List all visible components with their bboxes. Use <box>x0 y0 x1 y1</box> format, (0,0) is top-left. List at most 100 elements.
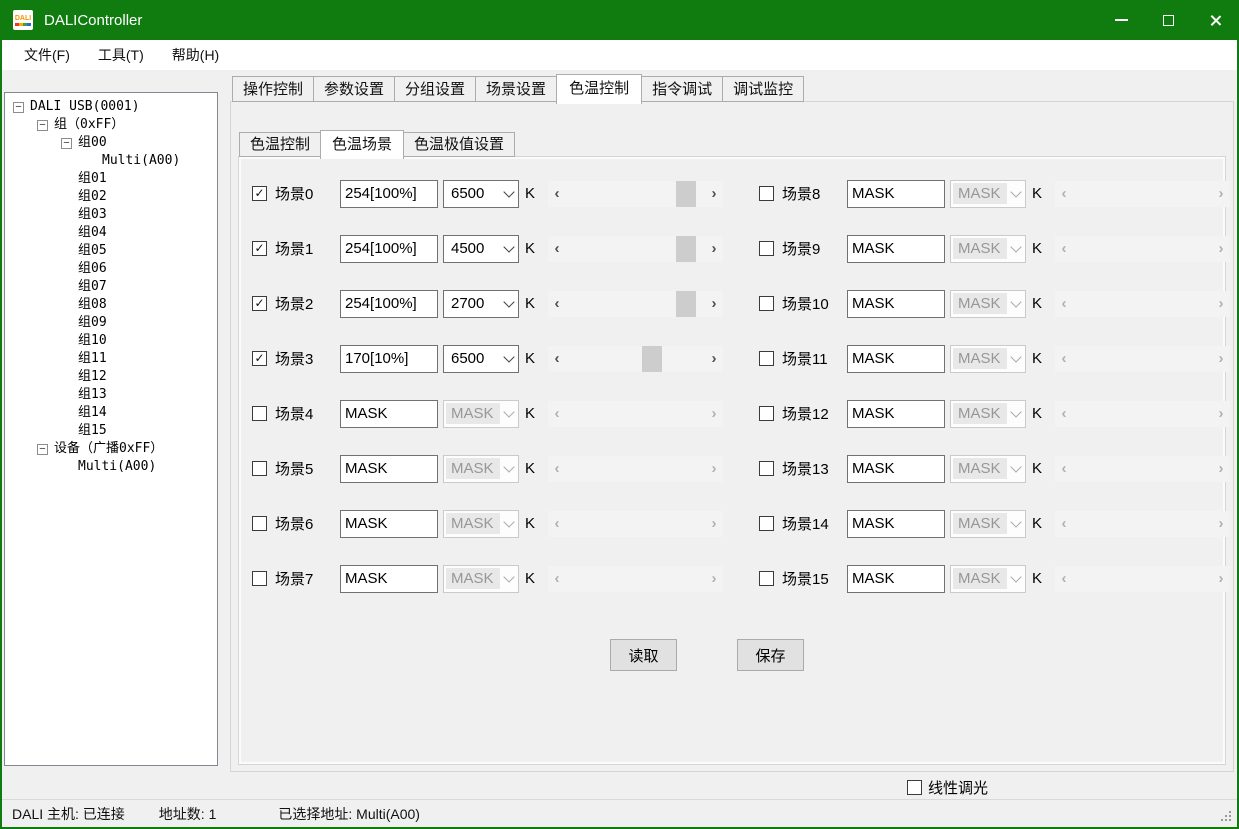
tree-item[interactable]: 组13 <box>5 386 217 404</box>
scroll-left-arrow-icon[interactable]: ‹ <box>548 181 566 207</box>
scene-12-checkbox[interactable] <box>759 406 774 421</box>
tree-item[interactable]: 组15 <box>5 422 217 440</box>
scene-7-level-input[interactable] <box>340 565 438 593</box>
ubtabs-0[interactable]: 色温控制 <box>239 132 320 157</box>
scene-4-checkbox[interactable] <box>252 406 267 421</box>
scene-8-level-input[interactable] <box>847 180 945 208</box>
scene-0-level-scrollbar[interactable]: ‹› <box>548 181 723 207</box>
tree-collapse-icon[interactable]: − <box>37 120 48 131</box>
menu-item-0[interactable]: 文件(F) <box>10 40 84 70</box>
scroll-thumb[interactable] <box>676 236 696 262</box>
ubtabs-1[interactable]: 色温场景 <box>320 130 404 159</box>
scene-15-checkbox[interactable] <box>759 571 774 586</box>
scene-10-checkbox[interactable] <box>759 296 774 311</box>
scene-1-checkbox[interactable]: ✓ <box>252 241 267 256</box>
read-button[interactable]: 读取 <box>610 639 677 671</box>
tab-3[interactable]: 场景设置 <box>475 76 556 102</box>
tree-item[interactable]: Multi(A00) <box>5 458 217 476</box>
scroll-track <box>566 346 705 372</box>
tab-0[interactable]: 操作控制 <box>232 76 313 102</box>
minimize-button[interactable] <box>1098 0 1145 40</box>
scroll-right-arrow-icon[interactable]: › <box>705 346 723 372</box>
tree-item[interactable]: 组05 <box>5 242 217 260</box>
scene-2-checkbox[interactable]: ✓ <box>252 296 267 311</box>
linear-dimming-checkbox[interactable] <box>907 780 922 795</box>
scene-14-checkbox[interactable] <box>759 516 774 531</box>
tree-item[interactable]: 组10 <box>5 332 217 350</box>
scene-5-checkbox[interactable] <box>252 461 267 476</box>
scene-2-level-input[interactable] <box>340 290 438 318</box>
tree-item[interactable]: 组06 <box>5 260 217 278</box>
scene-2-cct-select[interactable]: 2700 <box>443 290 519 318</box>
tree-item[interactable]: 组01 <box>5 170 217 188</box>
tree-item[interactable]: 组09 <box>5 314 217 332</box>
scene-13-level-scrollbar: ‹› <box>1055 456 1230 482</box>
scene-3-cct-select[interactable]: 6500 <box>443 345 519 373</box>
scene-8-checkbox[interactable] <box>759 186 774 201</box>
scene-0-level-input[interactable] <box>340 180 438 208</box>
scene-0-cct-select[interactable]: 6500 <box>443 180 519 208</box>
scene-13-level-input[interactable] <box>847 455 945 483</box>
tree-collapse-icon[interactable]: − <box>37 444 48 455</box>
scene-11-level-input[interactable] <box>847 345 945 373</box>
close-button[interactable] <box>1192 0 1239 40</box>
tree-item[interactable]: −组（0xFF） <box>5 116 217 134</box>
scene-3-checkbox[interactable]: ✓ <box>252 351 267 366</box>
tree-collapse-icon[interactable]: − <box>13 102 24 113</box>
scroll-left-arrow-icon[interactable]: ‹ <box>548 291 566 317</box>
tree-item[interactable]: −组00 <box>5 134 217 152</box>
scroll-left-arrow-icon[interactable]: ‹ <box>548 236 566 262</box>
tree-item[interactable]: 组02 <box>5 188 217 206</box>
scroll-thumb[interactable] <box>676 181 696 207</box>
scene-9-level-input[interactable] <box>847 235 945 263</box>
scroll-right-arrow-icon[interactable]: › <box>705 181 723 207</box>
scroll-thumb[interactable] <box>676 291 696 317</box>
scene-9-checkbox[interactable] <box>759 241 774 256</box>
scene-12-level-input[interactable] <box>847 400 945 428</box>
tree-item[interactable]: −DALI USB(0001) <box>5 98 217 116</box>
menu-item-1[interactable]: 工具(T) <box>84 40 158 70</box>
scene-10-level-input[interactable] <box>847 290 945 318</box>
scene-0-checkbox[interactable]: ✓ <box>252 186 267 201</box>
maximize-button[interactable] <box>1145 0 1192 40</box>
tab-5[interactable]: 指令调试 <box>642 76 722 102</box>
scene-4-level-input[interactable] <box>340 400 438 428</box>
tree-collapse-icon[interactable]: − <box>61 138 72 149</box>
scene-1-level-scrollbar[interactable]: ‹› <box>548 236 723 262</box>
tree-item[interactable]: 组14 <box>5 404 217 422</box>
scene-6-level-input[interactable] <box>340 510 438 538</box>
scroll-thumb[interactable] <box>642 346 662 372</box>
scene-6-checkbox[interactable] <box>252 516 267 531</box>
scene-13-checkbox[interactable] <box>759 461 774 476</box>
scroll-left-arrow-icon[interactable]: ‹ <box>548 346 566 372</box>
tab-4[interactable]: 色温控制 <box>556 74 642 104</box>
tree-item[interactable]: 组04 <box>5 224 217 242</box>
scroll-right-arrow-icon[interactable]: › <box>705 236 723 262</box>
ubtabs-2[interactable]: 色温极值设置 <box>404 132 515 157</box>
scene-3-level-scrollbar[interactable]: ‹› <box>548 346 723 372</box>
scene-5-level-input[interactable] <box>340 455 438 483</box>
scroll-track <box>1073 346 1212 372</box>
scene-14-level-input[interactable] <box>847 510 945 538</box>
scroll-right-arrow-icon[interactable]: › <box>705 291 723 317</box>
tab-2[interactable]: 分组设置 <box>394 76 475 102</box>
menu-item-2[interactable]: 帮助(H) <box>158 40 233 70</box>
tree-item[interactable]: 组03 <box>5 206 217 224</box>
scene-1-cct-select[interactable]: 4500 <box>443 235 519 263</box>
tree-item[interactable]: 组12 <box>5 368 217 386</box>
tab-1[interactable]: 参数设置 <box>313 76 394 102</box>
scene-1-level-input[interactable] <box>340 235 438 263</box>
resize-grip[interactable] <box>1219 809 1231 821</box>
scene-2-level-scrollbar[interactable]: ‹› <box>548 291 723 317</box>
tree-item[interactable]: 组08 <box>5 296 217 314</box>
tree-item[interactable]: −设备（广播0xFF） <box>5 440 217 458</box>
tree-item[interactable]: 组11 <box>5 350 217 368</box>
tree-item[interactable]: Multi(A00) <box>5 152 217 170</box>
tab-6[interactable]: 调试监控 <box>722 76 804 102</box>
scene-7-checkbox[interactable] <box>252 571 267 586</box>
scene-3-level-input[interactable] <box>340 345 438 373</box>
save-button[interactable]: 保存 <box>737 639 804 671</box>
scene-11-checkbox[interactable] <box>759 351 774 366</box>
tree-item[interactable]: 组07 <box>5 278 217 296</box>
scene-15-level-input[interactable] <box>847 565 945 593</box>
